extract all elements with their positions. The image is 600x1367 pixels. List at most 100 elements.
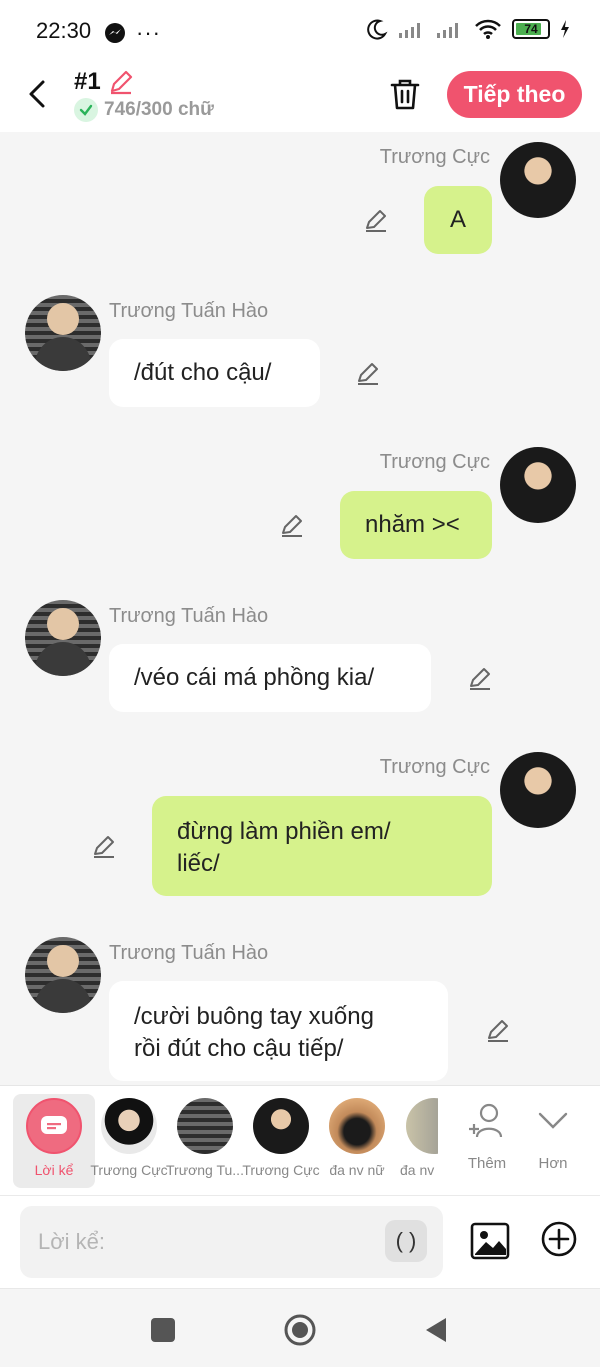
- sender-name: Trương Cực: [379, 146, 490, 168]
- more-label: Hơn: [538, 1155, 568, 1172]
- edit-title-icon[interactable]: [107, 68, 135, 96]
- input-container: ( ): [20, 1206, 443, 1278]
- character-label: Lời kể: [34, 1162, 74, 1178]
- header: #1 746/300 chữ Tiếp theo: [0, 62, 600, 132]
- avatar[interactable]: [500, 142, 576, 218]
- message-row: Trương Tuấn Hào /véo cái má phồng kia/: [0, 597, 600, 727]
- page-title: #1: [74, 68, 101, 95]
- message-text: /véo cái má phồng kia/: [134, 664, 375, 691]
- character-label: Trương Tu...: [166, 1162, 244, 1178]
- narration-input[interactable]: [38, 1206, 378, 1278]
- add-label: Thêm: [467, 1155, 507, 1172]
- back-button[interactable]: [22, 76, 52, 112]
- message-text-line: rồi đút cho cậu tiếp/: [134, 1035, 344, 1062]
- add-character-button[interactable]: Thêm: [454, 1102, 520, 1172]
- messenger-icon: [105, 23, 125, 43]
- character-narrator[interactable]: Lời kể: [13, 1094, 95, 1188]
- avatar[interactable]: [25, 295, 101, 371]
- character-avatar: [253, 1098, 309, 1154]
- trash-icon: [390, 79, 420, 110]
- more-dots-icon: ···: [136, 20, 161, 45]
- status-left-icons: ···: [104, 20, 161, 46]
- triangle-back-icon: [426, 1318, 446, 1342]
- avatar[interactable]: [25, 937, 101, 1013]
- avatar[interactable]: [25, 600, 101, 676]
- character-avatar: [101, 1098, 157, 1154]
- character-label: Trương Cực: [242, 1162, 320, 1178]
- title-block: #1 746/300 chữ: [74, 68, 214, 122]
- status-bar: 22:30 ··· 74: [0, 0, 600, 62]
- narration-icon: [41, 1116, 67, 1134]
- add-person-icon: [469, 1103, 503, 1138]
- status-right-icons: 74: [366, 18, 570, 40]
- narrator-avatar: [26, 1098, 82, 1154]
- home-circle-icon: [284, 1314, 316, 1346]
- message-row: Trương Tuấn Hào /đút cho cậu/: [0, 292, 600, 422]
- delete-button[interactable]: [386, 74, 424, 114]
- message-row: Trương Tuấn Hào /cười buông tay xuống rồ…: [0, 934, 600, 1085]
- edit-message-icon[interactable]: [354, 359, 382, 387]
- signal-icon: [399, 23, 420, 38]
- message-text: /đút cho cậu/: [134, 359, 272, 386]
- character-selector: Lời kể Trương Cực Trương Tu... Trương Cự…: [0, 1085, 600, 1195]
- character-item[interactable]: Trương Cực: [240, 1094, 322, 1188]
- character-item[interactable]: Trương Tu...: [164, 1094, 246, 1188]
- system-nav-bar: [0, 1288, 600, 1367]
- more-button[interactable]: Hơn: [520, 1102, 586, 1172]
- character-avatar: [406, 1098, 438, 1154]
- edit-message-icon[interactable]: [278, 511, 306, 539]
- message-text: A: [449, 206, 466, 233]
- character-item[interactable]: Trương Cực: [88, 1094, 170, 1188]
- wifi-icon: [475, 19, 501, 39]
- status-time: 22:30: [36, 18, 92, 43]
- message-row: Trương Cực A: [0, 132, 600, 262]
- message-text-line: đừng làm phiền em/: [177, 818, 391, 845]
- sender-name: Trương Cực: [379, 451, 490, 473]
- parentheses-button[interactable]: ( ): [385, 1220, 427, 1262]
- message-text: nhăm ><: [365, 511, 460, 538]
- signal-icon-2: [437, 23, 458, 38]
- chevron-left-icon: [29, 80, 45, 108]
- character-label: đa nv: [400, 1162, 435, 1178]
- edit-message-icon[interactable]: [466, 664, 494, 692]
- charging-icon: [561, 20, 569, 38]
- character-label: Trương Cực: [90, 1162, 168, 1178]
- next-button[interactable]: Tiếp theo: [447, 71, 582, 118]
- message-bubble[interactable]: /đút cho cậu/: [109, 339, 320, 407]
- image-icon[interactable]: [470, 1221, 510, 1261]
- sender-name: Trương Tuấn Hào: [109, 942, 269, 964]
- message-bubble[interactable]: đừng làm phiền em/ liếc/: [152, 796, 492, 896]
- character-item[interactable]: đa nv: [392, 1094, 438, 1188]
- edit-message-icon[interactable]: [90, 832, 118, 860]
- chat-area: Trương Cực A Trương Tuấn Hào /đút cho cậ…: [0, 132, 600, 1085]
- message-text-line: liếc/: [177, 850, 220, 877]
- message-bubble[interactable]: /cười buông tay xuống rồi đút cho cậu ti…: [109, 981, 448, 1081]
- character-item[interactable]: đa nv nữ: [316, 1094, 398, 1188]
- message-bubble[interactable]: /véo cái má phồng kia/: [109, 644, 431, 712]
- edit-message-icon[interactable]: [484, 1016, 512, 1044]
- character-avatar: [329, 1098, 385, 1154]
- message-bubble[interactable]: nhăm ><: [340, 491, 492, 559]
- recent-apps-button[interactable]: [146, 1313, 180, 1347]
- add-circle-icon[interactable]: [540, 1220, 578, 1258]
- character-avatar: [177, 1098, 233, 1154]
- message-row: Trương Cực nhăm ><: [0, 437, 600, 567]
- square-icon: [151, 1318, 175, 1342]
- home-button[interactable]: [283, 1313, 317, 1347]
- edit-message-icon[interactable]: [362, 206, 390, 234]
- battery-level: 74: [524, 22, 538, 36]
- composer: ( ): [0, 1195, 600, 1288]
- message-bubble[interactable]: A: [424, 186, 492, 254]
- character-label: đa nv nữ: [329, 1162, 385, 1178]
- avatar[interactable]: [500, 447, 576, 523]
- sender-name: Trương Tuấn Hào: [109, 605, 269, 627]
- avatar[interactable]: [500, 752, 576, 828]
- chevron-down-icon: [538, 1112, 568, 1129]
- sender-name: Trương Tuấn Hào: [109, 300, 269, 322]
- message-row: Trương Cực đừng làm phiền em/ liếc/: [0, 742, 600, 912]
- moon-icon: [367, 19, 388, 40]
- sender-name: Trương Cực: [379, 756, 490, 778]
- back-nav-button[interactable]: [418, 1313, 452, 1347]
- battery-icon: 74: [512, 19, 550, 39]
- message-text-line: /cười buông tay xuống: [134, 1003, 374, 1030]
